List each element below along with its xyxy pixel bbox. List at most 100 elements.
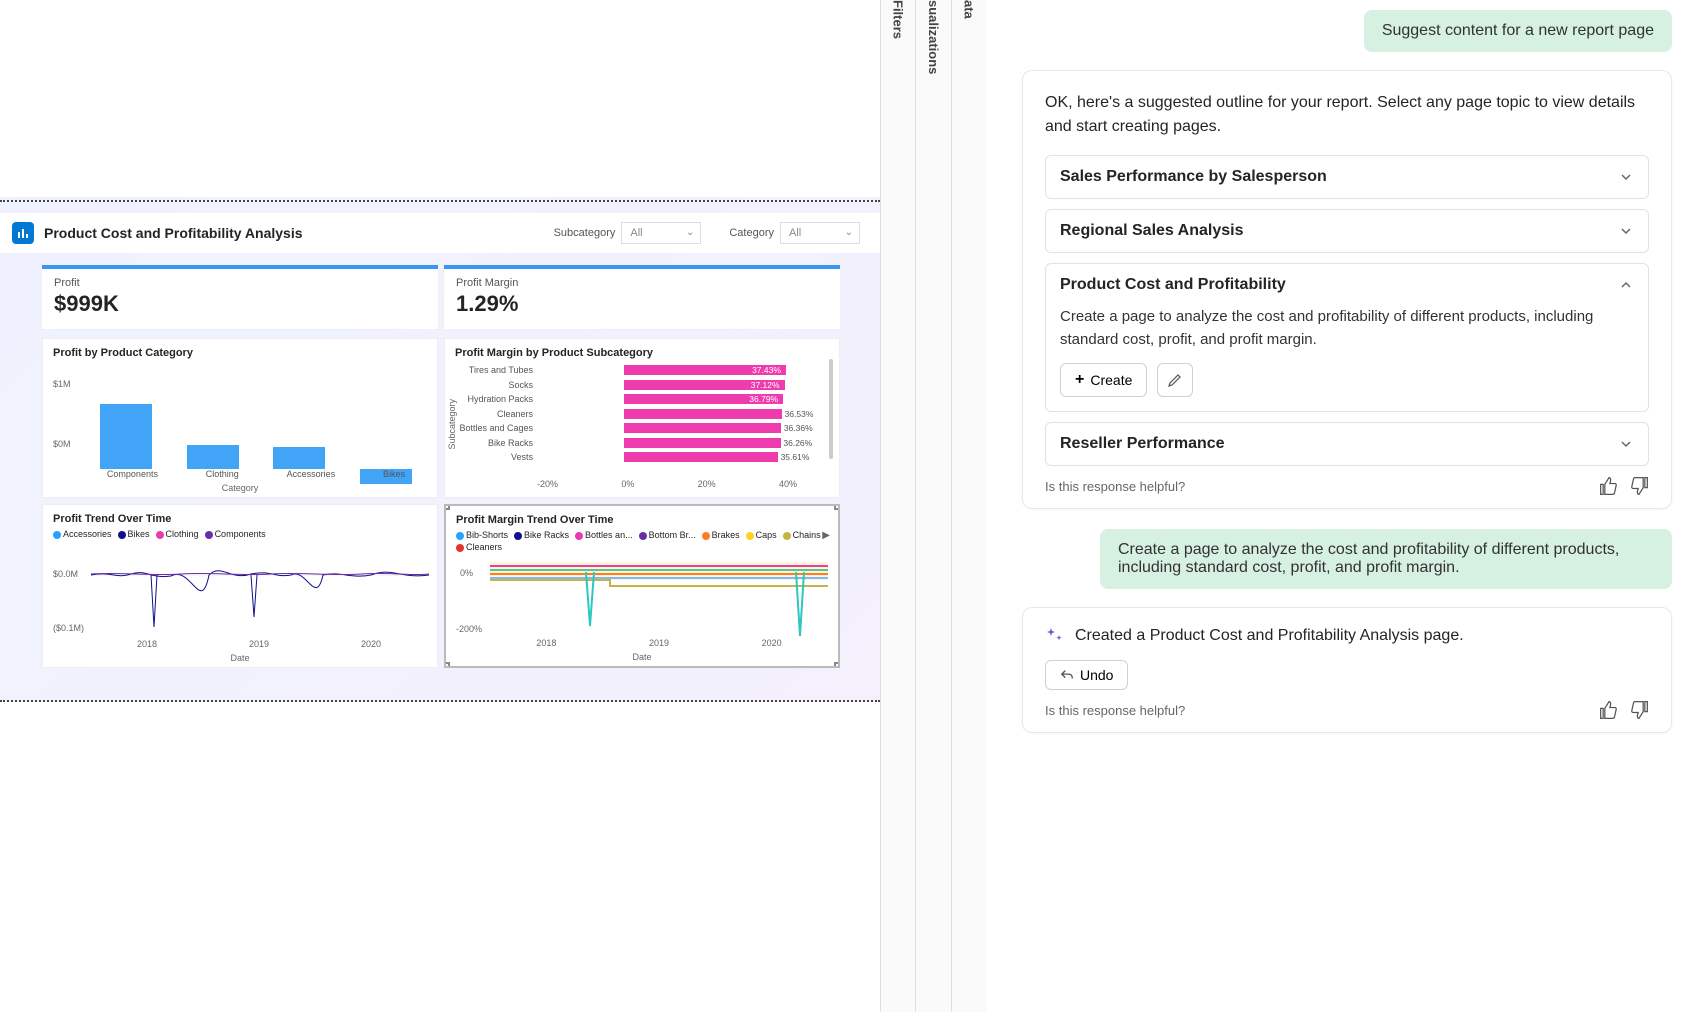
bar-columns bbox=[83, 373, 429, 469]
topic-regional-sales[interactable]: Regional Sales Analysis bbox=[1045, 209, 1649, 253]
hbar-label: Vests bbox=[445, 452, 533, 462]
topic-sales-performance[interactable]: Sales Performance by Salesperson bbox=[1045, 155, 1649, 199]
profit-margin-trend-chart[interactable]: Profit Margin Trend Over Time Bib-Shorts… bbox=[444, 504, 840, 668]
legend-item: Bikes bbox=[118, 529, 150, 539]
topic-product-cost-profitability[interactable]: Product Cost and Profitability Create a … bbox=[1045, 263, 1649, 412]
category-slicer[interactable]: Category All ⌄ bbox=[729, 222, 860, 244]
report-header: Product Cost and Profitability Analysis … bbox=[0, 213, 880, 253]
y-tick: $0M bbox=[53, 439, 71, 449]
chevron-down-icon bbox=[1618, 436, 1634, 452]
profit-margin-card[interactable]: Profit Margin 1.29% bbox=[444, 265, 840, 329]
x-tick: 20% bbox=[698, 479, 716, 489]
pane-label: Filters bbox=[891, 0, 906, 39]
undo-label: Undo bbox=[1080, 667, 1113, 683]
filters-pane-tab[interactable]: Filters bbox=[881, 0, 916, 1012]
assistant-message: Created a Product Cost and Profitability… bbox=[1022, 607, 1672, 733]
x-ticks: -20% 0% 20% 40% bbox=[537, 479, 797, 489]
subcategory-dropdown[interactable]: All ⌄ bbox=[621, 222, 701, 244]
undo-button[interactable]: Undo bbox=[1045, 660, 1128, 690]
profit-card[interactable]: Profit $999K bbox=[42, 265, 438, 329]
y-tick: $1M bbox=[53, 379, 71, 389]
x-tick: 2020 bbox=[361, 639, 381, 649]
hbar-fill bbox=[624, 409, 782, 419]
x-tick: 2019 bbox=[649, 638, 669, 648]
scrollbar[interactable] bbox=[829, 359, 833, 459]
legend-item: Components bbox=[205, 529, 266, 539]
x-axis-label: Date bbox=[446, 652, 838, 662]
x-ticks: 2018 2019 2020 bbox=[490, 638, 828, 648]
legend-item: Bottom Br... bbox=[639, 530, 696, 540]
slicer-label: Category bbox=[729, 227, 774, 239]
legend-item: Bike Racks bbox=[514, 530, 569, 540]
chart-title: Profit Margin by Product Subcategory bbox=[455, 347, 829, 359]
hbar-row: Bottles and Cages36.36% bbox=[537, 421, 797, 435]
topic-reseller-performance[interactable]: Reseller Performance bbox=[1045, 422, 1649, 466]
card-label: Profit Margin bbox=[456, 277, 828, 289]
slicer-label: Subcategory bbox=[554, 227, 616, 239]
create-button[interactable]: + Create bbox=[1060, 363, 1147, 397]
bar-clothing bbox=[187, 445, 239, 469]
plus-icon: + bbox=[1075, 371, 1084, 389]
bar-accessories bbox=[273, 447, 325, 469]
x-tick: Bikes bbox=[383, 469, 405, 479]
legend-item: Chains bbox=[783, 530, 821, 540]
svg-text:$0.0M: $0.0M bbox=[53, 569, 78, 579]
hbar-value: 36.53% bbox=[785, 409, 814, 419]
profit-by-category-chart[interactable]: Profit by Product Category $1M $0M Compo… bbox=[42, 338, 438, 498]
pane-label: sualizations bbox=[926, 0, 941, 74]
thumbs-up-icon[interactable] bbox=[1599, 476, 1619, 496]
hbar-fill bbox=[624, 438, 781, 448]
thumbs-up-icon[interactable] bbox=[1599, 700, 1619, 720]
side-panes: Filters sualizations ata bbox=[880, 0, 986, 1012]
kpi-cards-row: Profit $999K Profit Margin 1.29% bbox=[42, 265, 840, 329]
x-tick: 2019 bbox=[249, 639, 269, 649]
blank-area bbox=[0, 0, 880, 197]
copilot-chat-panel: Suggest content for a new report page OK… bbox=[986, 0, 1690, 1012]
hbar-label: Socks bbox=[445, 380, 533, 390]
x-ticks: 2018 2019 2020 bbox=[91, 639, 427, 649]
topic-title: Reseller Performance bbox=[1060, 435, 1225, 453]
thumbs-down-icon[interactable] bbox=[1629, 700, 1649, 720]
visualizations-pane-tab[interactable]: sualizations bbox=[916, 0, 951, 1012]
feedback-question: Is this response helpful? bbox=[1045, 703, 1185, 718]
hbar-value: 35.61% bbox=[781, 452, 810, 462]
category-dropdown[interactable]: All ⌄ bbox=[780, 222, 860, 244]
hbar-label: Bike Racks bbox=[445, 438, 533, 448]
edit-button[interactable] bbox=[1157, 363, 1193, 397]
page-title: Product Cost and Profitability Analysis bbox=[44, 225, 303, 241]
legend-item: Bottles an... bbox=[575, 530, 633, 540]
svg-text:-200%: -200% bbox=[456, 624, 482, 634]
blank-area-bottom bbox=[0, 702, 880, 1012]
card-value: 1.29% bbox=[456, 291, 828, 317]
legend-item: Caps bbox=[746, 530, 777, 540]
resize-handle[interactable] bbox=[834, 504, 840, 510]
hbar-row: Socks37.12% bbox=[537, 378, 797, 392]
data-pane-tab[interactable]: ata bbox=[952, 0, 986, 1012]
profit-margin-by-subcategory-chart[interactable]: Profit Margin by Product Subcategory Sub… bbox=[444, 338, 840, 498]
subcategory-slicer[interactable]: Subcategory All ⌄ bbox=[554, 222, 702, 244]
profit-trend-chart[interactable]: Profit Trend Over Time AccessoriesBikesC… bbox=[42, 504, 438, 668]
x-ticks: Components Clothing Accessories Bikes bbox=[83, 469, 429, 479]
resize-handle[interactable] bbox=[444, 662, 450, 668]
assistant-text: OK, here's a suggested outline for your … bbox=[1045, 91, 1649, 139]
resize-handle[interactable] bbox=[834, 662, 840, 668]
chart-title: Profit Margin Trend Over Time bbox=[456, 514, 828, 526]
topic-description: Create a page to analyze the cost and pr… bbox=[1060, 306, 1634, 351]
chevron-down-icon: ⌄ bbox=[686, 227, 694, 238]
report-icon bbox=[12, 222, 34, 244]
hbar-row: Bike Racks36.26% bbox=[537, 436, 797, 450]
thumbs-down-icon[interactable] bbox=[1629, 476, 1649, 496]
resize-handle[interactable] bbox=[444, 504, 450, 510]
assistant-message: OK, here's a suggested outline for your … bbox=[1022, 70, 1672, 509]
hbar-label: Cleaners bbox=[445, 409, 533, 419]
line-svg: 0% -200% bbox=[456, 548, 832, 638]
line-svg: $0.0M ($0.1M) bbox=[53, 545, 429, 635]
legend-scroll-right-icon[interactable]: ▶ bbox=[822, 530, 830, 541]
chevron-down-icon bbox=[1618, 223, 1634, 239]
x-tick: Components bbox=[107, 469, 158, 479]
hbar-value: 36.79% bbox=[749, 394, 778, 404]
slicer-value: All bbox=[630, 227, 642, 239]
chevron-down-icon: ⌄ bbox=[845, 227, 853, 238]
hbar-value: 37.12% bbox=[751, 380, 780, 390]
hbar-fill bbox=[624, 423, 782, 433]
